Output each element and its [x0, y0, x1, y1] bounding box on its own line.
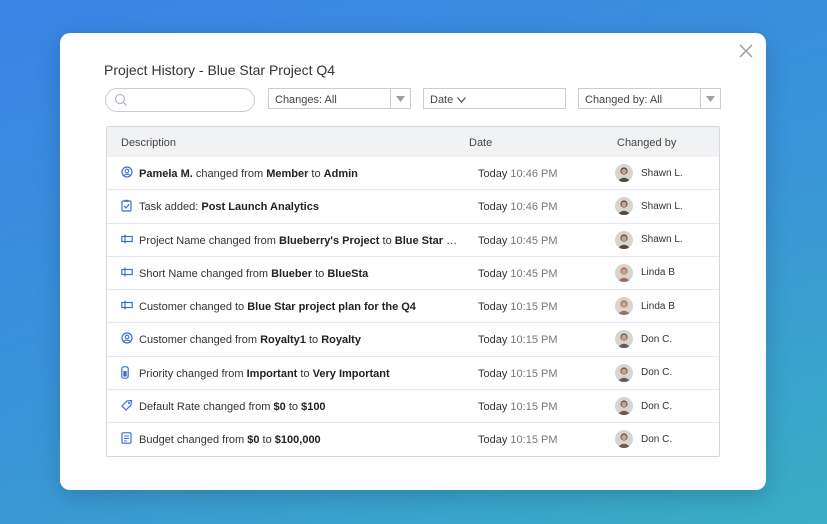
avatar	[615, 363, 633, 382]
user-name: Linda B	[641, 300, 675, 312]
change-date: Today 10:15 PM	[478, 334, 558, 347]
user-name: Shawn L.	[641, 234, 683, 246]
budget-icon	[121, 432, 133, 445]
change-description: Project Name changed from Blueberry's Pr…	[139, 234, 463, 247]
table-row[interactable]: Customer changed from Royalty1 to Royalt…	[107, 323, 719, 357]
avatar	[615, 230, 633, 249]
change-description: Customer changed from Royalty1 to Royalt…	[139, 334, 361, 347]
history-table: Description Date Changed by Pamela M. ch…	[106, 126, 720, 457]
date-filter-label: Date	[430, 94, 454, 106]
table-body: Pamela M. changed from Member to Admin To…	[107, 157, 719, 456]
clipboard-check-icon	[121, 199, 133, 212]
close-icon[interactable]	[738, 43, 754, 59]
change-description: Task added: Post Launch Analytics	[139, 201, 319, 214]
user-name: Shawn L.	[641, 200, 683, 212]
change-date: Today 10:15 PM	[478, 301, 558, 314]
modal-title: Project History - Blue Star Project Q4	[104, 62, 336, 78]
tag-icon	[121, 399, 133, 412]
avatar	[615, 430, 633, 449]
change-description: Pamela M. changed from Member to Admin	[139, 168, 358, 180]
table-row[interactable]: Budget changed from $0 to $100,000 Today …	[107, 423, 719, 456]
change-description: Default Rate changed from $0 to $100	[139, 401, 326, 414]
avatar	[615, 263, 633, 282]
priority-icon	[121, 365, 133, 379]
changed-by-user[interactable]: Shawn L.	[615, 197, 683, 216]
avatar	[615, 330, 633, 349]
user-name: Don C.	[641, 433, 673, 445]
table-row[interactable]: Short Name changed from Blueber to BlueS…	[107, 257, 719, 291]
search-input[interactable]	[105, 88, 255, 112]
avatar	[615, 297, 633, 316]
changed-by-user[interactable]: Linda B	[615, 263, 675, 282]
column-header-description[interactable]: Description	[121, 137, 176, 149]
label-icon	[121, 266, 133, 279]
avatar	[615, 164, 633, 182]
change-date: Today 10:15 PM	[478, 401, 558, 414]
change-description: Budget changed from $0 to $100,000	[139, 434, 321, 447]
table-row[interactable]: Customer changed to Blue Star project pl…	[107, 290, 719, 324]
change-date: Today 10:46 PM	[478, 168, 558, 180]
avatar	[615, 197, 633, 216]
table-row[interactable]: Project Name changed from Blueberry's Pr…	[107, 224, 719, 257]
change-date: Today 10:46 PM	[478, 201, 558, 214]
change-description: Customer changed to Blue Star project pl…	[139, 301, 416, 314]
user-name: Don C.	[641, 367, 673, 379]
changed-by-user[interactable]: Don C.	[615, 430, 673, 449]
avatar	[615, 397, 633, 416]
changed-by-filter-label: Changed by: All	[585, 94, 663, 106]
changes-filter-select[interactable]: Changes: All	[268, 88, 411, 109]
change-date: Today 10:45 PM	[478, 234, 558, 247]
changed-by-filter-select[interactable]: Changed by: All	[578, 88, 721, 109]
table-row[interactable]: Priority changed from Important to Very …	[107, 357, 719, 391]
user-name: Don C.	[641, 400, 673, 412]
date-filter-select[interactable]: Date	[423, 88, 566, 109]
changes-filter-label: Changes: All	[275, 94, 337, 106]
table-row[interactable]: Pamela M. changed from Member to Admin To…	[107, 157, 719, 191]
changed-by-user[interactable]: Linda B	[615, 297, 675, 316]
project-history-modal: Project History - Blue Star Project Q4 C…	[60, 33, 766, 490]
search-icon	[114, 93, 127, 106]
chevron-down-icon	[457, 97, 467, 103]
column-header-changed-by[interactable]: Changed by	[617, 137, 676, 149]
changed-by-user[interactable]: Don C.	[615, 330, 673, 349]
change-description: Priority changed from Important to Very …	[139, 367, 390, 380]
table-row[interactable]: Task added: Post Launch Analytics Today 1…	[107, 190, 719, 224]
table-header: Description Date Changed by	[107, 127, 719, 157]
column-header-date[interactable]: Date	[469, 137, 492, 149]
user-circle-icon	[121, 166, 133, 179]
change-date: Today 10:45 PM	[478, 267, 558, 280]
change-date: Today 10:15 PM	[478, 367, 558, 380]
label-icon	[121, 233, 133, 246]
user-name: Don C.	[641, 333, 673, 345]
changed-by-user[interactable]: Don C.	[615, 397, 673, 416]
change-date: Today 10:15 PM	[478, 434, 558, 447]
user-name: Shawn L.	[641, 167, 683, 179]
chevron-down-icon[interactable]	[700, 89, 720, 108]
chevron-down-icon[interactable]	[390, 89, 410, 108]
changed-by-user[interactable]: Don C.	[615, 363, 673, 382]
label-icon	[121, 299, 133, 312]
changed-by-user[interactable]: Shawn L.	[615, 230, 683, 249]
change-description: Short Name changed from Blueber to BlueS…	[139, 267, 369, 280]
user-name: Linda B	[641, 267, 675, 279]
user-circle-icon	[121, 332, 133, 345]
changed-by-user[interactable]: Shawn L.	[615, 164, 683, 182]
table-row[interactable]: Default Rate changed from $0 to $100 Toda…	[107, 390, 719, 424]
